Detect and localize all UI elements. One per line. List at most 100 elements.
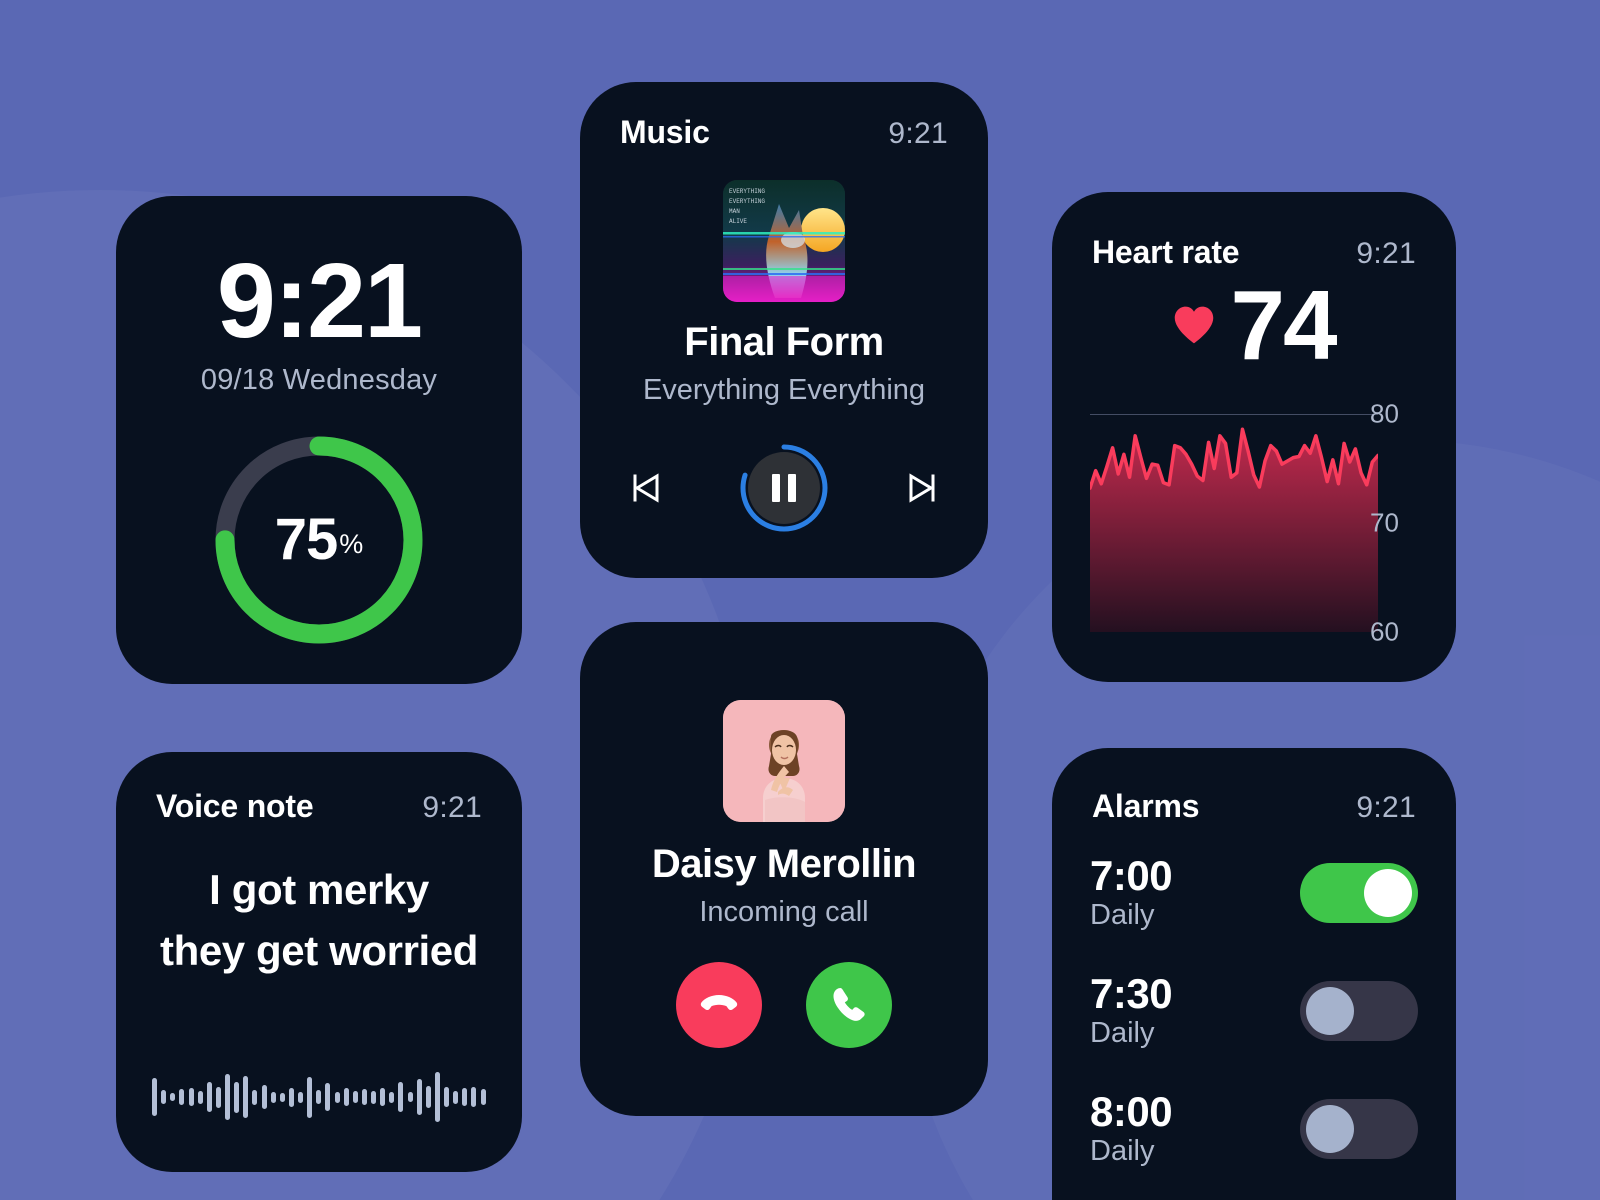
alarm-toggle[interactable]: [1300, 1099, 1418, 1159]
alarm-time: 8:00: [1090, 1087, 1173, 1135]
progress-label: 75%: [211, 511, 427, 569]
waveform-bar: [179, 1089, 185, 1105]
waveform-bar: [352, 1091, 358, 1103]
phone-hangup-icon: [700, 995, 738, 1010]
pause-icon: [748, 452, 820, 524]
alarm-info: 7:30 Daily: [1090, 969, 1173, 1051]
alarms-title: Alarms: [1092, 788, 1200, 824]
waveform-bar: [361, 1089, 367, 1105]
waveform-bar: [444, 1087, 449, 1107]
waveform-bar: [279, 1092, 285, 1102]
heart-rate-time: 9:21: [1356, 237, 1416, 270]
music-card-title: Music: [620, 114, 710, 150]
waveform-bar: [270, 1091, 276, 1103]
decline-call-button[interactable]: [676, 962, 762, 1048]
axis-tick-80: 80: [1370, 398, 1399, 429]
waveform-bar: [453, 1090, 459, 1104]
svg-text:ALIVE: ALIVE: [729, 218, 747, 225]
accept-call-button[interactable]: [806, 962, 892, 1048]
track-title: Final Form: [684, 320, 884, 364]
progress-unit: %: [339, 528, 364, 559]
voice-note-header: Voice note 9:21: [116, 788, 522, 825]
waveform-bar: [307, 1076, 313, 1118]
clock-date: 09/18 Wednesday: [200, 364, 438, 396]
skip-previous-icon[interactable]: [624, 466, 668, 510]
alarms-card[interactable]: Alarms 9:21 7:00 Daily 7:30 Daily 8:00 Daily: [1052, 748, 1456, 1200]
voice-note-title: Voice note: [156, 788, 314, 824]
voice-transcript: I got merky they get worried: [150, 860, 488, 982]
axis-tick-60: 60: [1370, 616, 1399, 647]
caller-name: Daisy Merollin: [651, 842, 917, 886]
play-pause-button[interactable]: [740, 444, 828, 532]
music-card[interactable]: Music 9:21 EVERYTHING EVERYTHING MAN ALI…: [580, 82, 988, 578]
track-artist: Everything Everything: [642, 374, 926, 406]
waveform-bar: [462, 1088, 468, 1106]
waveform-bar: [243, 1076, 249, 1118]
alarm-row[interactable]: 8:00 Daily: [1090, 1070, 1418, 1188]
waveform-bar: [380, 1088, 386, 1106]
alarm-time: 7:30: [1090, 969, 1173, 1017]
waveform-bar: [234, 1081, 240, 1113]
waveform-bar: [188, 1088, 194, 1106]
heart-rate-chart: [1088, 413, 1380, 633]
waveform-bar: [225, 1074, 230, 1120]
caller-avatar: [723, 700, 845, 822]
alarm-repeat: Daily: [1090, 1134, 1155, 1167]
waveform-bar: [398, 1082, 404, 1112]
axis-tick-70: 70: [1370, 507, 1399, 538]
pause-bar-right: [788, 474, 796, 502]
waveform-bar: [206, 1082, 212, 1112]
heart-rate-card[interactable]: Heart rate 9:21 74 80 70 60: [1052, 192, 1456, 682]
heart-rate-header: Heart rate 9:21: [1052, 234, 1456, 271]
waveform-bar: [343, 1088, 349, 1106]
alarm-row[interactable]: 7:30 Daily: [1090, 952, 1418, 1070]
heart-rate-value: 74: [1230, 270, 1337, 380]
phone-icon: [833, 988, 865, 1021]
waveform-bar: [161, 1090, 167, 1104]
waveform-bar: [152, 1078, 157, 1116]
svg-text:MAN: MAN: [729, 208, 740, 215]
call-actions: [580, 962, 988, 1048]
alarm-time: 7:00: [1090, 851, 1173, 899]
alarm-toggle[interactable]: [1300, 981, 1418, 1041]
music-controls: [624, 440, 944, 536]
alarm-row[interactable]: 7:00 Daily: [1090, 834, 1418, 952]
waveform-bar: [261, 1085, 267, 1109]
heart-rate-chart-svg: [1088, 413, 1380, 633]
waveform-bar: [170, 1093, 176, 1101]
skip-next-icon[interactable]: [900, 466, 944, 510]
waveform-bar: [434, 1072, 440, 1122]
music-card-header: Music 9:21: [580, 114, 988, 151]
waveform-bar: [389, 1091, 395, 1103]
alarm-repeat: Daily: [1090, 1016, 1155, 1049]
skip-previous-glyph: [633, 473, 659, 503]
voice-note-time: 9:21: [422, 791, 482, 824]
waveform-bar: [197, 1090, 203, 1104]
heart-rate-axis-labels: 80 70 60: [1370, 399, 1432, 647]
skip-next-glyph: [909, 473, 935, 503]
svg-text:EVERYTHING: EVERYTHING: [729, 198, 765, 205]
heart-rate-value-row: 74: [1052, 276, 1456, 374]
alarms-header: Alarms 9:21: [1052, 788, 1456, 825]
clock-card[interactable]: 9:21 09/18 Wednesday 75%: [116, 196, 522, 684]
alarm-list: 7:00 Daily 7:30 Daily 8:00 Daily: [1090, 834, 1418, 1188]
waveform-bar: [215, 1086, 221, 1108]
pause-bar-left: [772, 474, 780, 502]
voice-transcript-line-2: they get worried: [160, 926, 478, 974]
waveform-bar: [416, 1079, 422, 1115]
toggle-knob: [1306, 1105, 1354, 1153]
incoming-call-card[interactable]: Daisy Merollin Incoming call: [580, 622, 988, 1116]
toggle-knob: [1306, 987, 1354, 1035]
waveform-bar: [407, 1092, 413, 1102]
album-art: EVERYTHING EVERYTHING MAN ALIVE: [723, 180, 845, 302]
alarm-toggle[interactable]: [1300, 863, 1418, 923]
clock-time: 9:21: [216, 242, 423, 360]
voice-note-card[interactable]: Voice note 9:21 I got merky they get wor…: [116, 752, 522, 1172]
voice-transcript-line-1: I got merky: [209, 866, 429, 913]
alarms-time: 9:21: [1356, 791, 1416, 824]
audio-waveform-icon[interactable]: [152, 1062, 486, 1132]
toggle-knob: [1364, 869, 1412, 917]
waveform-bar: [316, 1090, 322, 1104]
waveform-bar: [325, 1083, 331, 1111]
heart-icon: [1175, 306, 1214, 344]
